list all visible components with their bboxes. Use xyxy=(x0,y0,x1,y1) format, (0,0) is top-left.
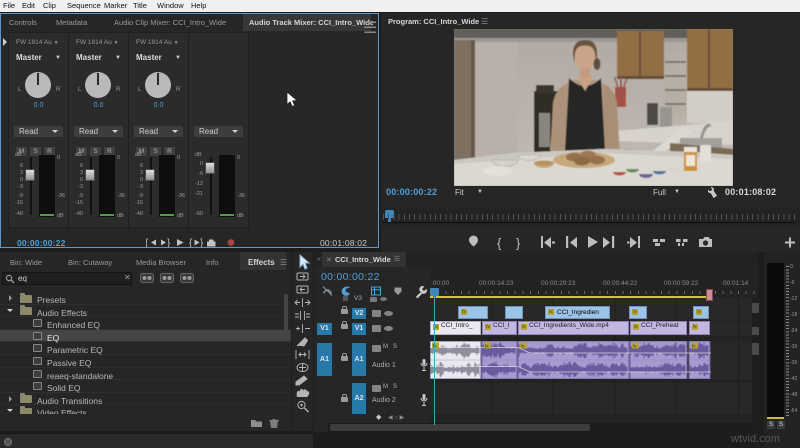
svg-text:}: } xyxy=(200,238,204,247)
svg-text:{: { xyxy=(189,238,193,247)
svg-text:}: } xyxy=(516,236,521,251)
svg-text:{: { xyxy=(497,236,502,251)
svg-text:{: { xyxy=(146,238,149,247)
svg-text:}: } xyxy=(167,238,171,247)
